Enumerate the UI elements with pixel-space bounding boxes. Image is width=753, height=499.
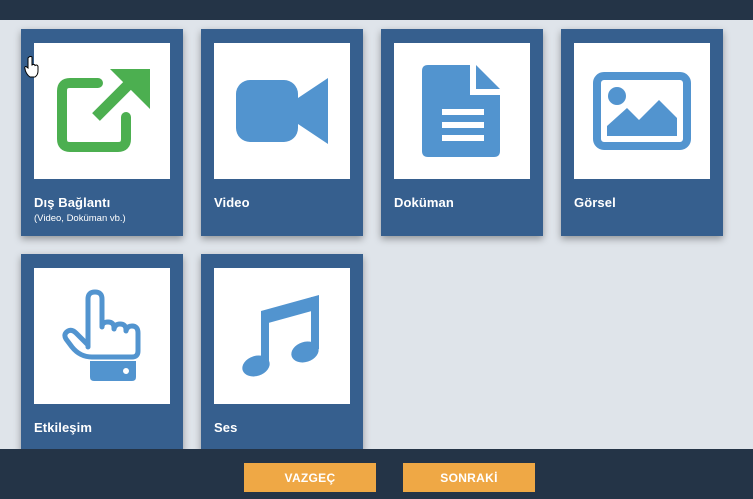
card-sublabel: (Video, Doküman vb.) <box>34 213 126 224</box>
hand-cursor-icon <box>24 56 39 78</box>
card-tile <box>34 43 170 179</box>
card-label: Dış Bağlantı <box>34 195 111 210</box>
card-label: Ses <box>214 420 238 435</box>
card-tile <box>214 43 350 179</box>
external-link-icon <box>57 69 150 152</box>
card-document[interactable]: Doküman <box>381 29 543 236</box>
card-image[interactable]: Görsel <box>561 29 723 236</box>
touch-hand-icon <box>62 289 141 381</box>
next-button[interactable]: SONRAKİ <box>403 463 535 492</box>
card-video[interactable]: Video <box>201 29 363 236</box>
card-tile <box>394 43 530 179</box>
document-icon <box>422 65 500 157</box>
footer-bar: VAZGEÇ SONRAKİ <box>0 449 753 499</box>
card-tile <box>574 43 710 179</box>
music-note-icon <box>242 295 319 377</box>
card-tile <box>214 268 350 404</box>
card-external-link[interactable]: Dış Bağlantı (Video, Doküman vb.) <box>21 29 183 236</box>
content-type-grid: Dış Bağlantı (Video, Doküman vb.) Video … <box>0 0 753 461</box>
image-icon <box>593 72 691 150</box>
card-label: Video <box>214 195 250 210</box>
video-camera-icon <box>236 78 328 144</box>
card-label: Görsel <box>574 195 616 210</box>
card-interaction[interactable]: Etkileşim <box>21 254 183 461</box>
cancel-button[interactable]: VAZGEÇ <box>244 463 376 492</box>
card-label: Etkileşim <box>34 420 92 435</box>
card-label: Doküman <box>394 195 454 210</box>
card-audio[interactable]: Ses <box>201 254 363 461</box>
card-tile <box>34 268 170 404</box>
